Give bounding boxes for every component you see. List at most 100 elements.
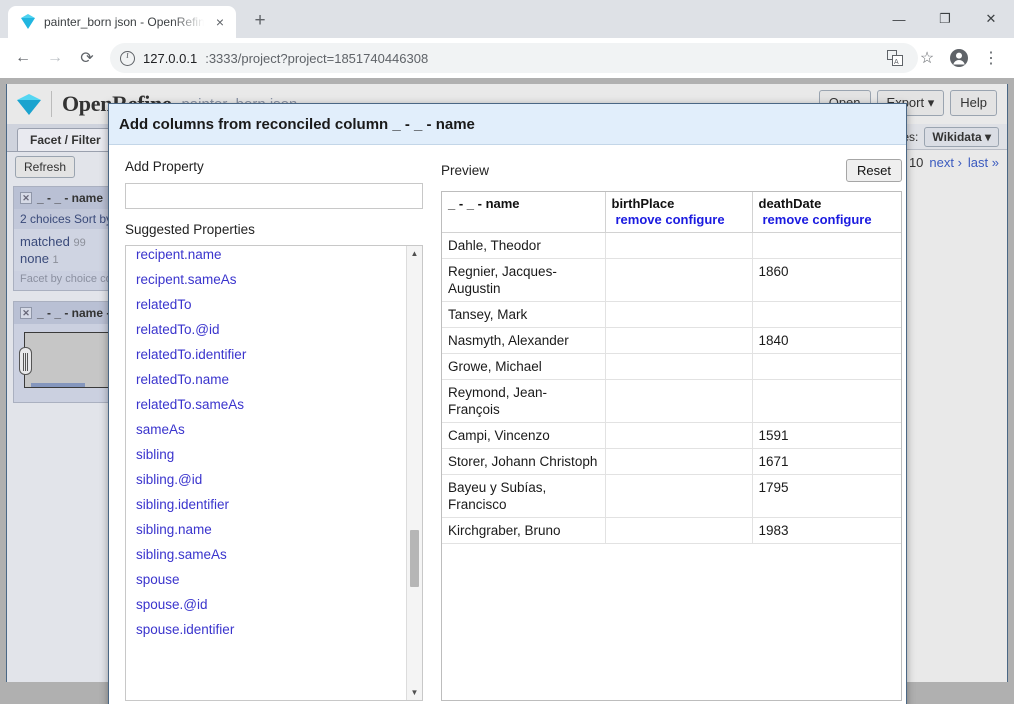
list-item[interactable]: relatedTo.name: [136, 367, 405, 392]
table-row: Nasmyth, Alexander 1840: [442, 327, 901, 354]
scroll-down-icon[interactable]: ▼: [407, 685, 422, 700]
close-icon[interactable]: ✕: [20, 307, 32, 319]
column-actions: remove configure: [759, 212, 896, 227]
account-icon[interactable]: [944, 43, 974, 73]
list-item[interactable]: recipent.name: [136, 246, 405, 267]
reload-icon[interactable]: ⟳: [72, 43, 102, 73]
histogram-slider-handle[interactable]: [19, 347, 32, 375]
list-item[interactable]: relatedTo.identifier: [136, 342, 405, 367]
scrollbar-thumb[interactable]: [410, 530, 419, 587]
configure-link[interactable]: configure: [665, 212, 724, 227]
suggested-properties-list[interactable]: recipent.name recipent.sameAs relatedTo …: [125, 245, 423, 701]
scroll-up-icon[interactable]: ▲: [407, 246, 422, 261]
list-item[interactable]: sibling.identifier: [136, 492, 405, 517]
preview-header: Preview Reset: [441, 159, 902, 182]
add-property-column: Add Property Suggested Properties recipe…: [125, 159, 423, 701]
choice-count: 99: [73, 237, 86, 249]
cell-name[interactable]: Reymond, Jean-François: [442, 379, 606, 423]
list-item[interactable]: relatedTo.sameAs: [136, 392, 405, 417]
suggested-properties-scrollbar[interactable]: ▲ ▼: [406, 246, 422, 700]
tab-title: painter_born json - OpenRefine: [44, 15, 204, 29]
list-item[interactable]: sameAs: [136, 417, 405, 442]
cell-birthplace: [604, 422, 753, 449]
cell-name: Regnier, Jacques-Augustin: [442, 258, 606, 302]
column-header-birthplace: birthPlace remove configure: [604, 192, 753, 233]
last-page-link[interactable]: last »: [968, 155, 999, 170]
close-icon[interactable]: ×: [212, 14, 228, 30]
cell-birthplace: [604, 327, 753, 354]
cell-deathdate: 1671: [751, 448, 901, 475]
close-icon[interactable]: ✕: [20, 192, 32, 204]
cell-birthplace: [604, 232, 753, 259]
browser-tab[interactable]: painter_born json - OpenRefine ×: [8, 6, 236, 38]
next-page-link[interactable]: next ›: [929, 155, 962, 170]
list-item[interactable]: relatedTo: [136, 292, 405, 317]
configure-link[interactable]: configure: [812, 212, 871, 227]
cell-birthplace: [604, 301, 753, 328]
cell-name: Bayeu y Subías, Francisco: [442, 474, 606, 518]
cell-deathdate: [751, 232, 901, 259]
back-icon[interactable]: ←: [8, 43, 38, 73]
table-row: Reymond, Jean-François: [442, 379, 901, 423]
preview-table-container: _ - _ - name birthPlace remove configure…: [441, 191, 902, 701]
openrefine-app: OpenRefine painter_born json Open Export…: [0, 84, 1014, 704]
cell-name[interactable]: Dahle, Theodor: [442, 232, 606, 259]
reset-button[interactable]: Reset: [846, 159, 902, 182]
refresh-button[interactable]: Refresh: [15, 156, 76, 178]
url-path: :3333/project?project=1851740446308: [205, 50, 429, 66]
cell-deathdate: 1983: [751, 517, 901, 544]
browser-menu-icon[interactable]: ⋮: [976, 43, 1006, 73]
forward-icon[interactable]: →: [40, 43, 70, 73]
table-row: Regnier, Jacques-Augustin 1860: [442, 258, 901, 302]
list-item[interactable]: spouse.identifier: [136, 617, 405, 642]
maximize-icon[interactable]: ❐: [922, 3, 968, 35]
cell-name: Nasmyth, Alexander: [442, 327, 606, 354]
list-item[interactable]: spouse.@id: [136, 592, 405, 617]
cell-deathdate: 1795: [751, 474, 901, 518]
tab-facet-filter[interactable]: Facet / Filter: [17, 128, 114, 151]
site-info-icon[interactable]: [120, 50, 135, 66]
column-title: birthPlace: [611, 196, 675, 211]
add-property-input[interactable]: [125, 183, 423, 209]
table-row: Tansey, Mark: [442, 301, 901, 328]
svg-text:A: A: [894, 59, 899, 66]
address-bar[interactable]: 127.0.0.1:3333/project?project=185174044…: [110, 43, 918, 73]
preview-table: _ - _ - name birthPlace remove configure…: [442, 192, 901, 544]
cell-birthplace: [604, 448, 753, 475]
list-item[interactable]: recipent.sameAs: [136, 267, 405, 292]
translate-icon[interactable]: A: [880, 43, 910, 73]
table-row: Campi, Vincenzo 1591: [442, 422, 901, 449]
cell-birthplace: [604, 474, 753, 518]
preview-label: Preview: [441, 163, 490, 178]
list-item[interactable]: spouse: [136, 567, 405, 592]
cell-name[interactable]: Tansey, Mark: [442, 301, 606, 328]
window-controls: — ❐ ✕: [876, 0, 1014, 38]
minimize-icon[interactable]: —: [876, 3, 922, 35]
service-selector[interactable]: Wikidata ▾: [924, 126, 999, 147]
new-tab-button[interactable]: +: [246, 8, 274, 36]
list-item[interactable]: relatedTo.@id: [136, 317, 405, 342]
omnibox-actions: A ☆: [880, 43, 942, 73]
browser-chrome: painter_born json - OpenRefine × + — ❐ ✕…: [0, 0, 1014, 84]
window-close-icon[interactable]: ✕: [968, 3, 1014, 35]
cell-birthplace: [604, 258, 753, 302]
remove-link[interactable]: remove: [763, 212, 809, 227]
column-actions: remove configure: [612, 212, 746, 227]
header-divider: [51, 91, 52, 117]
list-item[interactable]: sibling.sameAs: [136, 542, 405, 567]
table-row: Dahle, Theodor: [442, 232, 901, 259]
cell-birthplace: [604, 517, 753, 544]
add-columns-dialog: Add columns from reconciled column _ - _…: [108, 103, 907, 704]
list-item[interactable]: sibling.@id: [136, 467, 405, 492]
cell-birthplace: [604, 379, 753, 423]
table-row: Kirchgraber, Bruno 1983: [442, 517, 901, 544]
remove-link[interactable]: remove: [616, 212, 662, 227]
help-button[interactable]: Help: [950, 90, 997, 116]
column-header-name: _ - _ - name: [442, 192, 606, 233]
row-count: 10: [908, 154, 924, 170]
suggested-properties-label: Suggested Properties: [125, 222, 255, 237]
cell-name[interactable]: Growe, Michael: [442, 353, 606, 380]
bookmark-star-icon[interactable]: ☆: [912, 43, 942, 73]
list-item[interactable]: sibling: [136, 442, 405, 467]
list-item[interactable]: sibling.name: [136, 517, 405, 542]
